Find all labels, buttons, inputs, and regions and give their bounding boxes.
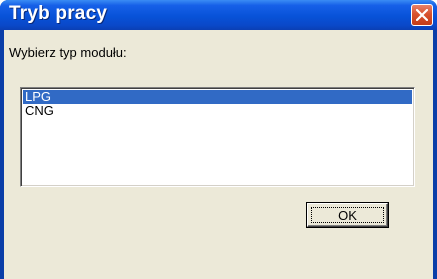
window-title: Tryb pracy (9, 3, 108, 24)
list-item-lpg[interactable]: LPG (23, 90, 412, 104)
ok-button-label: OK (338, 207, 357, 223)
close-button[interactable] (411, 4, 433, 26)
ok-button[interactable]: OK (307, 203, 388, 227)
dialog-window: Tryb pracy Wybierz typ modułu: LPG CNG O… (0, 0, 437, 279)
module-type-listbox[interactable]: LPG CNG (20, 87, 415, 187)
list-item-cng[interactable]: CNG (23, 104, 412, 118)
title-bar[interactable]: Tryb pracy (0, 0, 437, 30)
close-icon (416, 9, 428, 21)
prompt-label: Wybierz typ modułu: (9, 45, 127, 60)
